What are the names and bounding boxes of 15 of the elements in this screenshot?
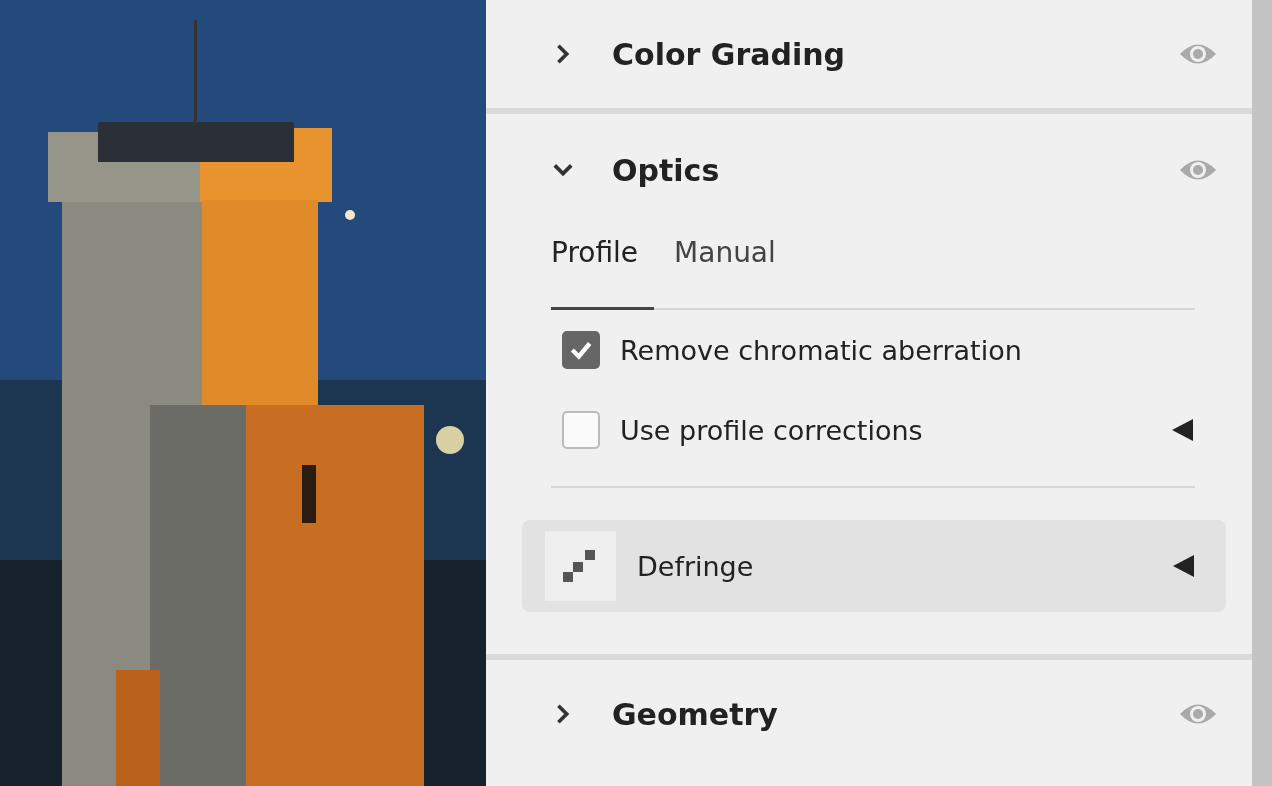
- tool-row[interactable]: Defringe: [522, 520, 1226, 612]
- triangle-left-icon[interactable]: [1171, 418, 1195, 442]
- section-title[interactable]: Optics: [612, 152, 1178, 188]
- triangle-left-icon[interactable]: [1172, 554, 1196, 578]
- stairs-icon: [545, 531, 616, 601]
- section-title[interactable]: Color Grading: [612, 36, 1178, 72]
- scrollbar[interactable]: [1252, 0, 1272, 786]
- checkbox-label[interactable]: Use profile corrections: [620, 414, 1171, 446]
- tab[interactable]: Profile: [551, 226, 655, 310]
- section-title[interactable]: Geometry: [612, 696, 1178, 732]
- checkbox[interactable]: [562, 411, 600, 449]
- tool-label[interactable]: Defringe: [637, 550, 1172, 582]
- checkbox-label[interactable]: Remove chromatic aberration: [620, 334, 1195, 366]
- tab[interactable]: Manual: [674, 226, 776, 310]
- checkbox[interactable]: [562, 331, 600, 369]
